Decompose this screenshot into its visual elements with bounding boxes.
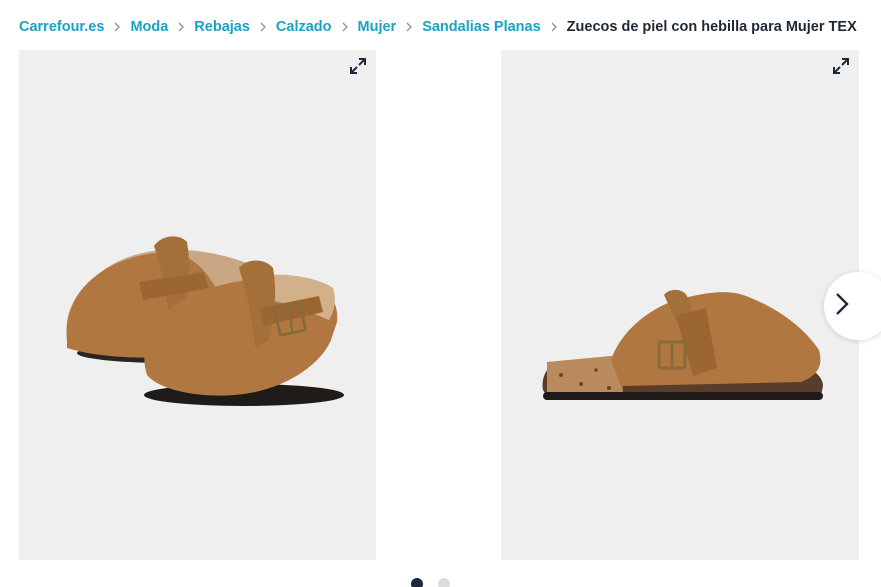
clogs-pair-image: [66, 236, 344, 406]
pagination-dot-1[interactable]: [411, 578, 423, 587]
chevron-right-icon: [834, 292, 850, 321]
product-image-2[interactable]: [501, 50, 859, 560]
expand-image-button[interactable]: [348, 57, 368, 80]
product-image-gallery: [0, 0, 881, 587]
gallery-pagination: [411, 578, 450, 587]
expand-image-button[interactable]: [831, 57, 851, 80]
expand-icon: [832, 57, 850, 80]
expand-icon: [349, 57, 367, 80]
clog-side-image: [542, 289, 823, 400]
pagination-dot-2[interactable]: [438, 578, 450, 587]
product-page: Carrefour.es Moda Rebajas Calzado Mujer …: [0, 0, 881, 587]
product-image-1[interactable]: [19, 50, 376, 560]
